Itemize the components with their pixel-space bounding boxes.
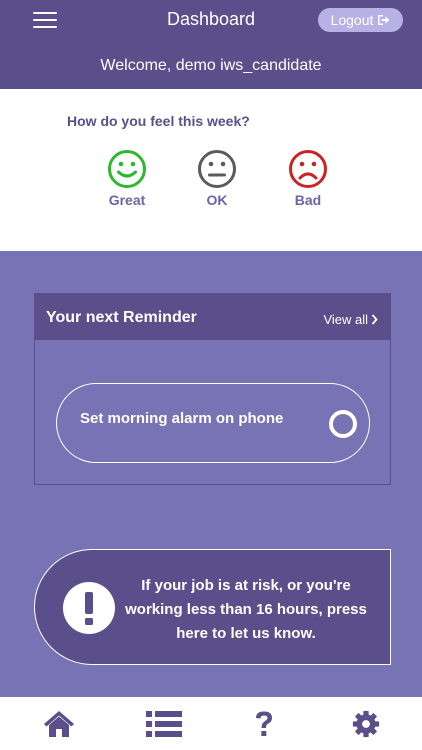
reminder-card: Your next Reminder View all Set morning … bbox=[34, 293, 391, 485]
view-all-link[interactable]: View all bbox=[323, 312, 378, 327]
view-all-label: View all bbox=[323, 312, 368, 327]
reminder-header: Your next Reminder View all bbox=[35, 294, 390, 340]
job-risk-message: If your job is at risk, or you're workin… bbox=[125, 577, 367, 642]
help-icon bbox=[256, 711, 272, 736]
smile-icon bbox=[108, 150, 146, 188]
neutral-face-icon bbox=[198, 150, 236, 188]
complete-circle-icon[interactable] bbox=[329, 410, 357, 438]
list-icon bbox=[146, 711, 182, 737]
home-icon bbox=[44, 711, 74, 737]
mood-question: How do you feel this week? bbox=[67, 113, 250, 129]
mood-ok-label: OK bbox=[206, 192, 228, 208]
logout-button[interactable]: Logout bbox=[318, 8, 403, 32]
frown-icon bbox=[289, 150, 327, 188]
job-risk-button[interactable]: If your job is at risk, or you're workin… bbox=[34, 549, 391, 665]
nav-list[interactable] bbox=[146, 710, 182, 738]
bottom-nav bbox=[0, 697, 422, 750]
mood-bad-label: Bad bbox=[294, 192, 322, 208]
reminder-title: Your next Reminder bbox=[46, 309, 197, 326]
nav-settings[interactable] bbox=[350, 710, 382, 738]
reminder-item[interactable]: Set morning alarm on phone bbox=[56, 383, 370, 463]
mood-great-label: Great bbox=[108, 192, 146, 208]
welcome-message: Welcome, demo iws_candidate bbox=[100, 57, 322, 74]
mood-panel: How do you feel this week? Great OK Bad bbox=[0, 89, 422, 251]
mood-bad-button[interactable]: Bad bbox=[268, 149, 348, 208]
exclamation-icon bbox=[63, 582, 115, 634]
app-header: Dashboard Logout Welcome, demo iws_candi… bbox=[0, 0, 422, 89]
logout-label: Logout bbox=[330, 12, 374, 28]
mood-great-button[interactable]: Great bbox=[87, 149, 167, 208]
gear-icon bbox=[352, 710, 380, 738]
sign-out-icon bbox=[378, 15, 390, 25]
nav-home[interactable] bbox=[43, 710, 75, 738]
reminder-item-label: Set morning alarm on phone bbox=[80, 410, 284, 427]
mood-ok-button[interactable]: OK bbox=[177, 149, 257, 208]
nav-help[interactable] bbox=[253, 710, 275, 738]
chevron-right-icon bbox=[371, 314, 378, 325]
